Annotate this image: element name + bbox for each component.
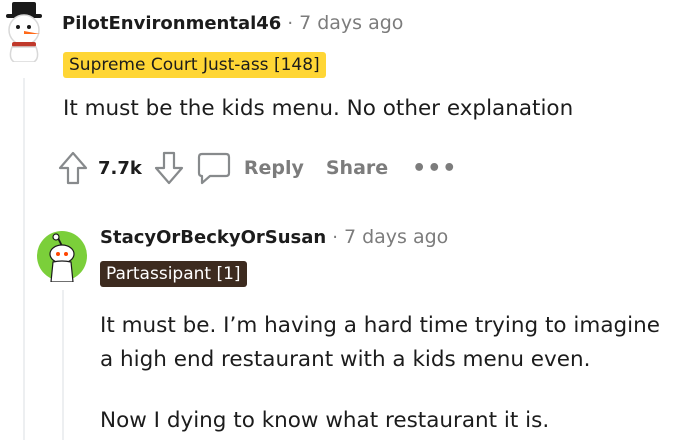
timestamp[interactable]: 7 days ago — [299, 12, 403, 34]
comment-actions: 7.7k Reply Share ••• — [58, 148, 457, 188]
comment-body-line: It must be. I’m having a hard time tryin… — [100, 313, 660, 338]
separator-dot: · — [332, 227, 338, 248]
comment-body: It must be the kids menu. No other expla… — [63, 96, 574, 121]
comment-body-line: Now I dying to know what restaurant it i… — [100, 408, 550, 433]
speech-bubble-icon — [196, 151, 232, 185]
upvote-arrow-icon[interactable] — [58, 151, 88, 185]
snoo-avatar-icon[interactable] — [36, 230, 88, 283]
downvote-arrow-icon[interactable] — [154, 151, 184, 185]
comment-meta: PilotEnvironmental46 · 7 days ago — [62, 12, 403, 34]
comment-meta: StacyOrBeckyOrSusan · 7 days ago — [100, 226, 448, 248]
thread-line[interactable] — [23, 78, 25, 440]
thread-line[interactable] — [62, 290, 64, 440]
reply-label: Reply — [243, 157, 304, 179]
comment-body-line: a high end restaurant with a kids menu e… — [100, 347, 591, 372]
share-button[interactable]: Share — [326, 157, 388, 179]
author-link[interactable]: PilotEnvironmental46 — [62, 13, 281, 34]
timestamp[interactable]: 7 days ago — [344, 226, 448, 248]
more-options-icon[interactable]: ••• — [412, 156, 457, 181]
reply-button[interactable]: Reply — [196, 151, 304, 185]
vote-count: 7.7k — [98, 157, 142, 179]
comment-thread: PilotEnvironmental46 · 7 days ago Suprem… — [0, 0, 700, 440]
author-link[interactable]: StacyOrBeckyOrSusan — [100, 227, 326, 248]
user-flair: Supreme Court Just-ass [148] — [63, 52, 326, 78]
user-flair: Partassipant [1] — [100, 261, 247, 287]
snowman-avatar-icon[interactable] — [0, 0, 50, 63]
separator-dot: · — [287, 13, 294, 34]
